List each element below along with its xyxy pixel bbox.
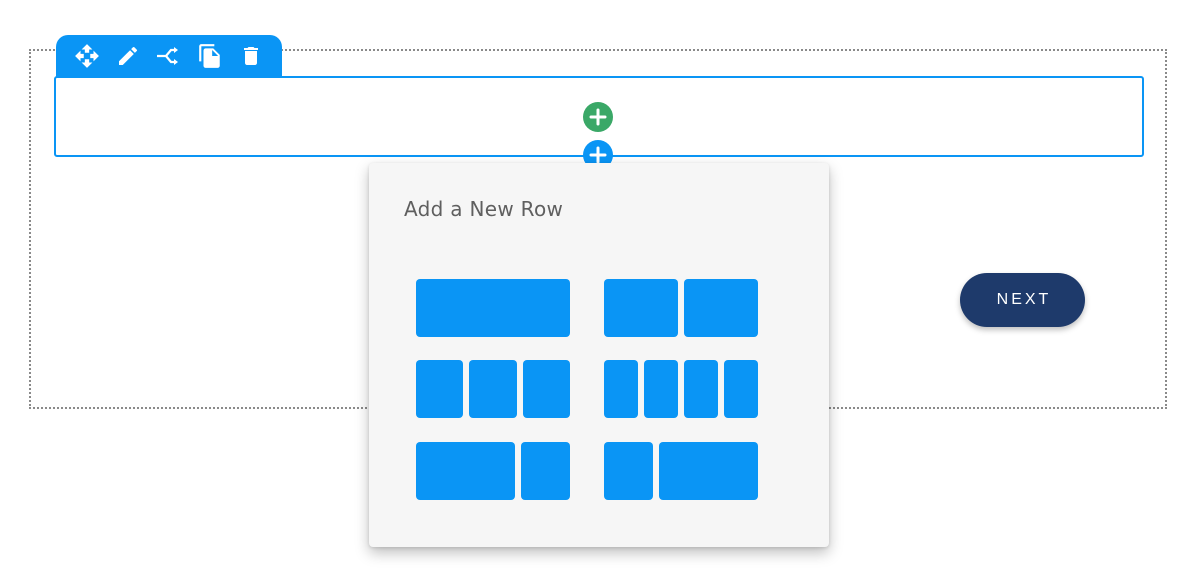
plus-icon: [589, 146, 607, 164]
layout-cell: [724, 360, 758, 418]
layout-cell: [520, 442, 570, 500]
layout-one-column[interactable]: [416, 279, 570, 337]
layout-two-thirds-one-third[interactable]: [416, 442, 570, 500]
next-button[interactable]: NEXT: [960, 273, 1085, 327]
layout-four-columns[interactable]: [604, 360, 758, 418]
layout-cell: [469, 360, 517, 418]
layout-two-columns[interactable]: [604, 279, 758, 337]
add-column-button[interactable]: [583, 102, 613, 132]
pencil-icon: [118, 46, 137, 65]
layout-three-columns[interactable]: [416, 360, 570, 418]
layout-cell: [684, 279, 758, 337]
row-toolbar: [56, 35, 282, 77]
delete-button[interactable]: [230, 35, 271, 77]
trash-icon: [243, 47, 258, 65]
layout-cell: [604, 279, 678, 337]
layout-cell: [604, 442, 654, 500]
layout-cell: [416, 279, 570, 337]
branch-button[interactable]: [148, 35, 189, 77]
layout-one-third-two-thirds[interactable]: [604, 442, 758, 500]
popup-title: Add a New Row: [404, 197, 564, 221]
move-button[interactable]: [66, 35, 107, 77]
layout-cell: [416, 442, 515, 500]
move-icon: [74, 44, 99, 68]
layout-cell: [604, 360, 638, 418]
branch-icon: [156, 47, 178, 65]
layout-cell: [659, 442, 758, 500]
layout-cell: [522, 360, 570, 418]
edit-button[interactable]: [107, 35, 148, 77]
layout-cell: [684, 360, 718, 418]
plus-icon: [589, 108, 607, 126]
duplicate-button[interactable]: [189, 35, 230, 77]
duplicate-icon: [198, 44, 220, 68]
page-builder-canvas: NEXT Add a New Row: [0, 0, 1200, 583]
add-row-popup: Add a New Row: [369, 163, 829, 547]
layout-cell: [416, 360, 464, 418]
layout-cell: [644, 360, 678, 418]
